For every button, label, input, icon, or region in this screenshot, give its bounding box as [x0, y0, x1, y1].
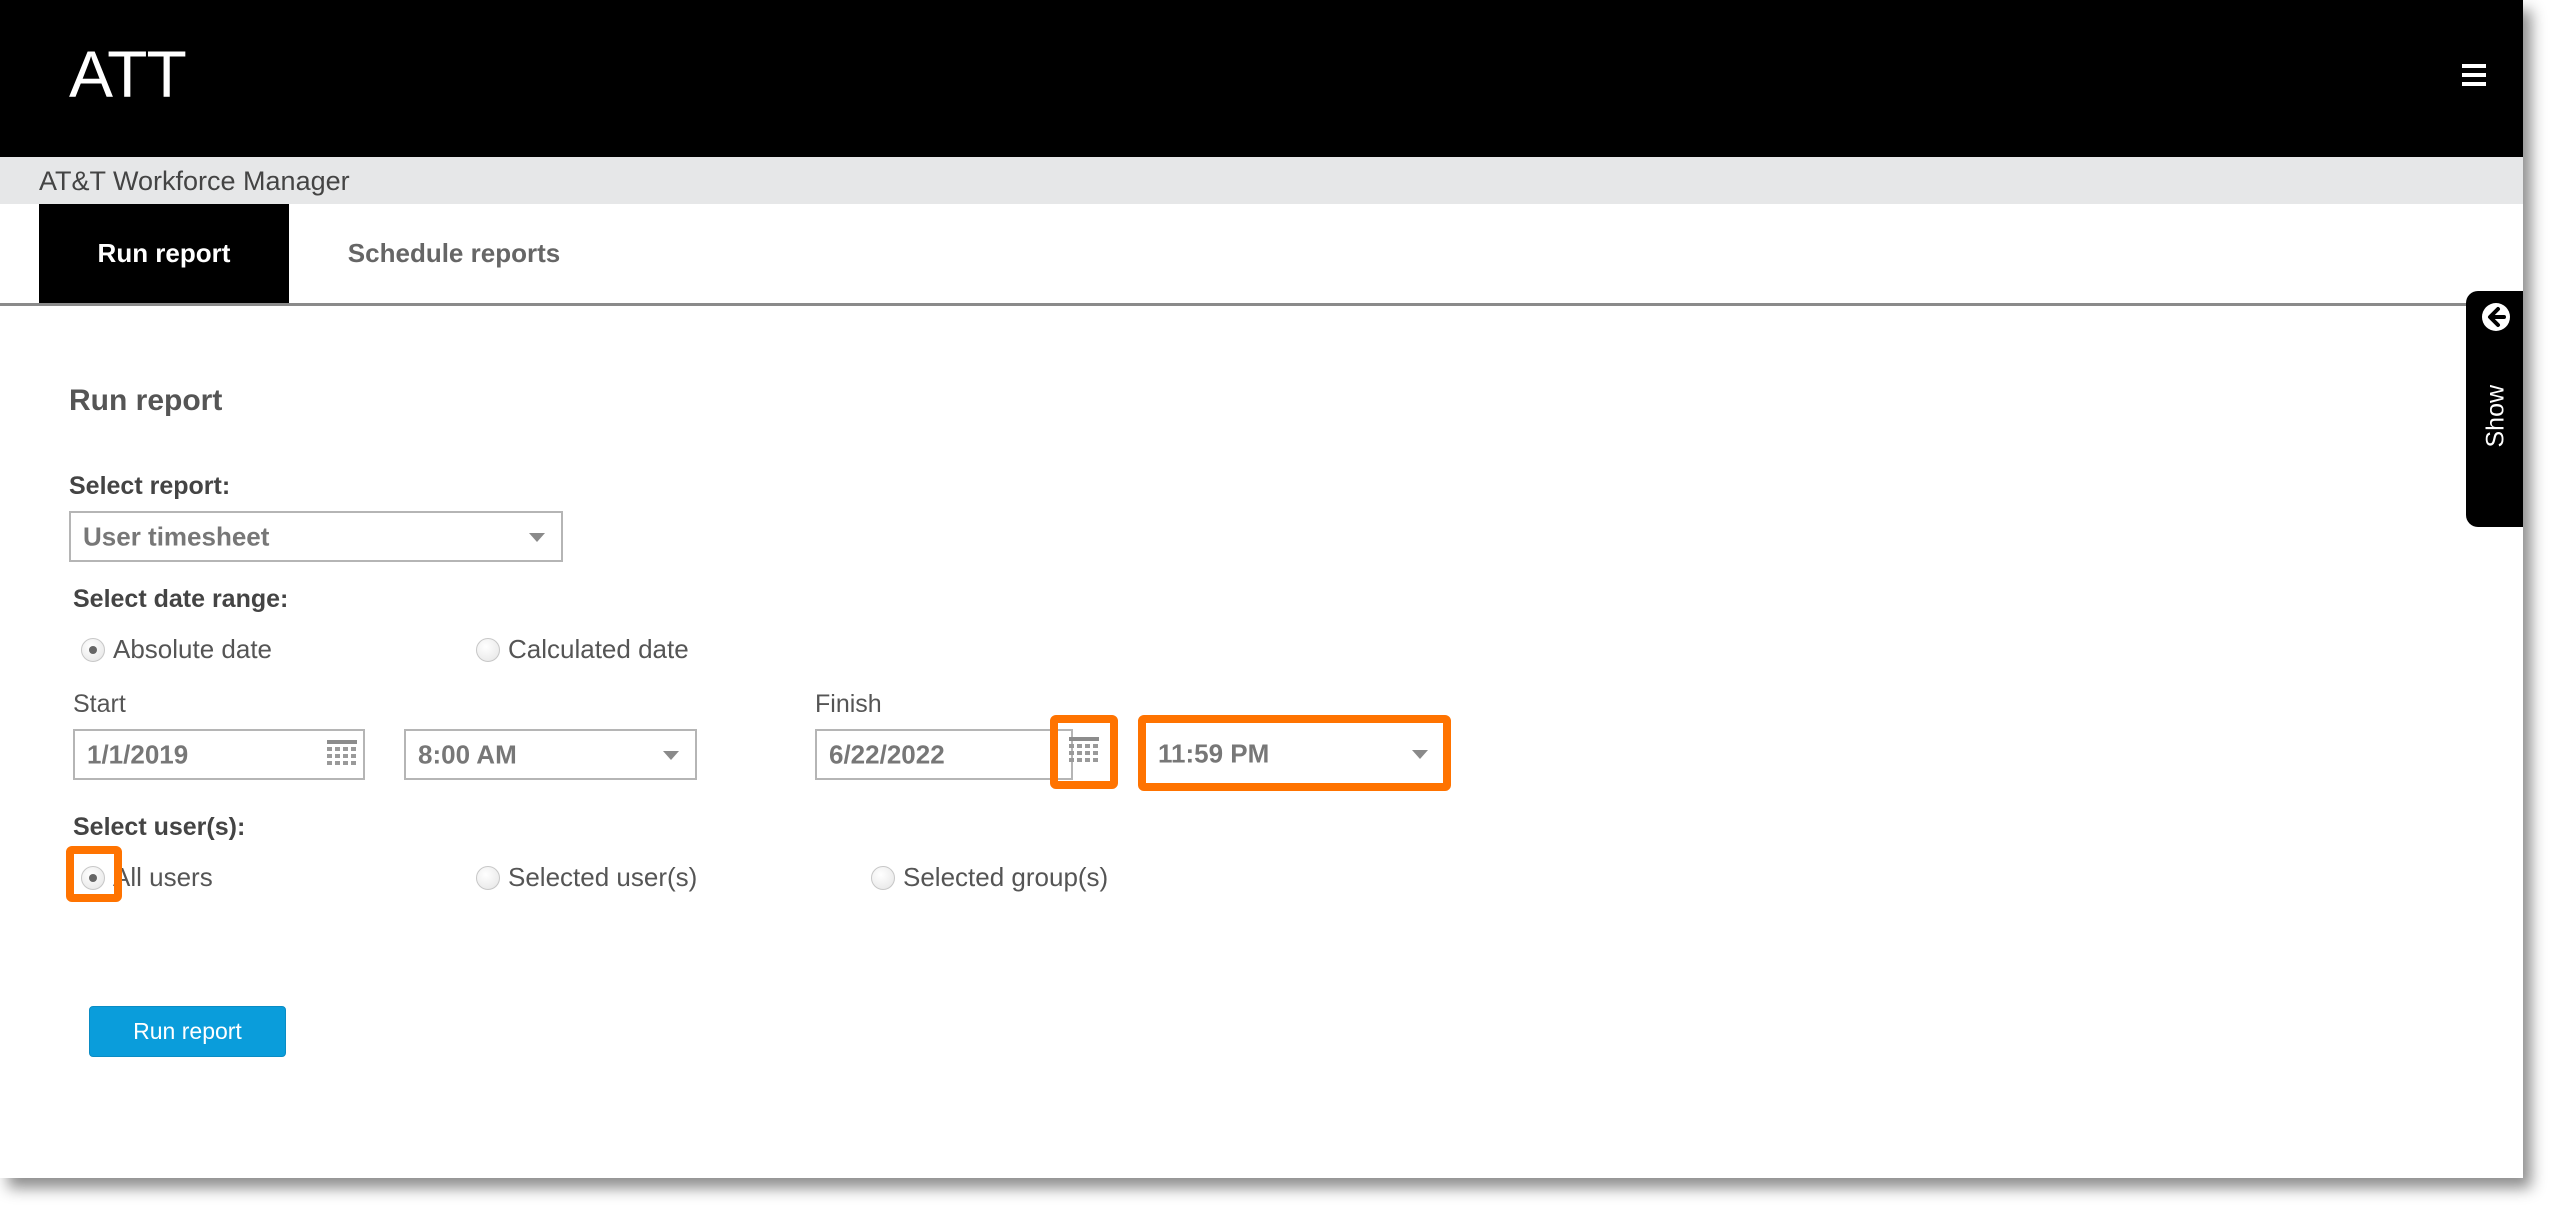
start-date-value: 1/1/2019	[87, 739, 189, 769]
run-report-button[interactable]: Run report	[89, 1006, 286, 1057]
app-title-bar: AT&T Workforce Manager	[0, 157, 2523, 204]
radio-button[interactable]	[81, 865, 105, 890]
form-title: Run report	[69, 384, 223, 417]
select-report-label: Select report:	[69, 472, 231, 500]
app-title: AT&T Workforce Manager	[39, 166, 350, 196]
start-date-input[interactable]: 1/1/2019	[73, 729, 365, 780]
chevron-down-icon	[529, 532, 545, 542]
radio-calculated-date[interactable]: Calculated date	[476, 634, 689, 665]
show-panel-tab[interactable]: Show	[2466, 291, 2523, 527]
chevron-down-icon	[1412, 750, 1428, 759]
brand-logo: ATT	[69, 37, 187, 111]
finish-date-input[interactable]: 6/22/2022	[815, 729, 1073, 780]
tab-run-report[interactable]: Run report	[39, 204, 289, 303]
radio-label: All users	[113, 862, 213, 892]
finish-date-value: 6/22/2022	[829, 739, 945, 769]
report-select-value: User timesheet	[83, 521, 270, 551]
hamburger-menu-icon[interactable]	[2462, 64, 2486, 86]
tab-schedule-reports[interactable]: Schedule reports	[300, 204, 608, 303]
radio-absolute-date[interactable]: Absolute date	[81, 634, 272, 665]
calendar-icon[interactable]	[327, 740, 357, 768]
radio-all-users[interactable]: All users	[81, 862, 213, 893]
radio-label: Selected user(s)	[508, 862, 698, 892]
radio-button[interactable]	[81, 637, 105, 662]
show-label: Show	[2481, 384, 2510, 448]
calendar-icon[interactable]	[1069, 737, 1099, 765]
chevron-down-icon	[663, 750, 679, 760]
radio-selected-groups[interactable]: Selected group(s)	[871, 862, 1108, 893]
radio-label: Calculated date	[508, 634, 689, 664]
start-time-value: 8:00 AM	[418, 739, 517, 769]
radio-button[interactable]	[476, 637, 500, 662]
page: ATT AT&T Workforce Manager Run report Sc…	[0, 0, 2523, 1178]
finish-time-select[interactable]: 11:59 PM	[1146, 723, 1444, 785]
finish-label: Finish	[815, 690, 882, 718]
start-label: Start	[73, 690, 126, 718]
finish-time-value: 11:59 PM	[1158, 738, 1270, 769]
radio-selected-users[interactable]: Selected user(s)	[476, 862, 697, 893]
report-select[interactable]: User timesheet	[69, 511, 563, 562]
radio-button[interactable]	[476, 865, 500, 890]
date-range-label: Select date range:	[73, 585, 289, 613]
select-users-label: Select user(s):	[73, 813, 246, 841]
radio-label: Selected group(s)	[903, 862, 1109, 892]
start-time-select[interactable]: 8:00 AM	[404, 729, 697, 780]
radio-label: Absolute date	[113, 634, 273, 664]
top-bar: ATT	[0, 0, 2523, 157]
arrow-left-circle-icon	[2482, 303, 2510, 331]
tab-bar: Run report Schedule reports	[0, 204, 2523, 306]
radio-button[interactable]	[871, 865, 895, 890]
